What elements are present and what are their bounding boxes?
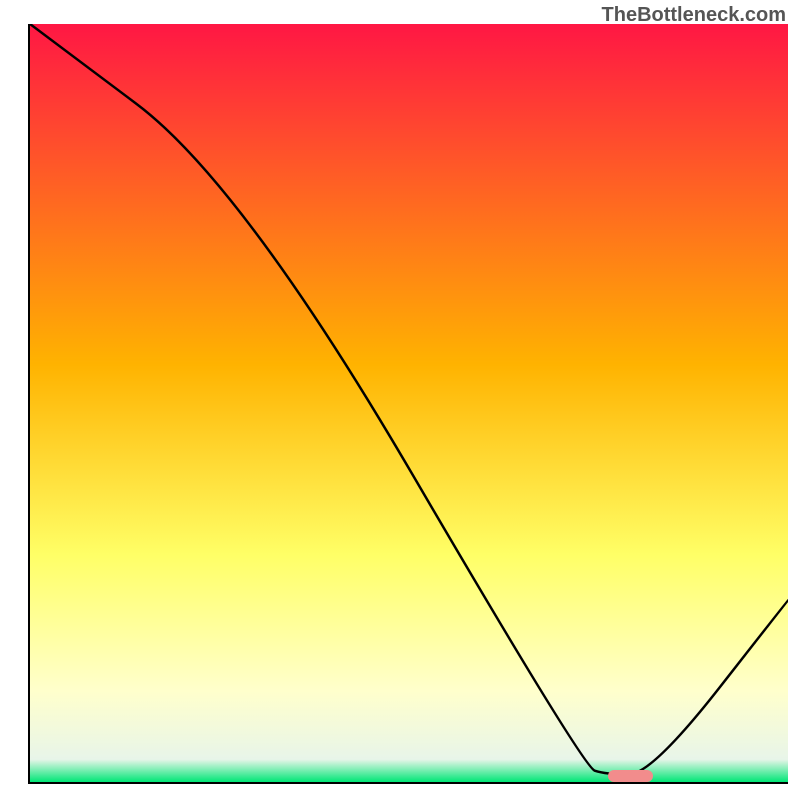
chart-container	[28, 24, 788, 784]
watermark-text: TheBottleneck.com	[602, 4, 786, 27]
optimal-range-marker	[608, 770, 654, 782]
chart-curve	[30, 24, 788, 782]
